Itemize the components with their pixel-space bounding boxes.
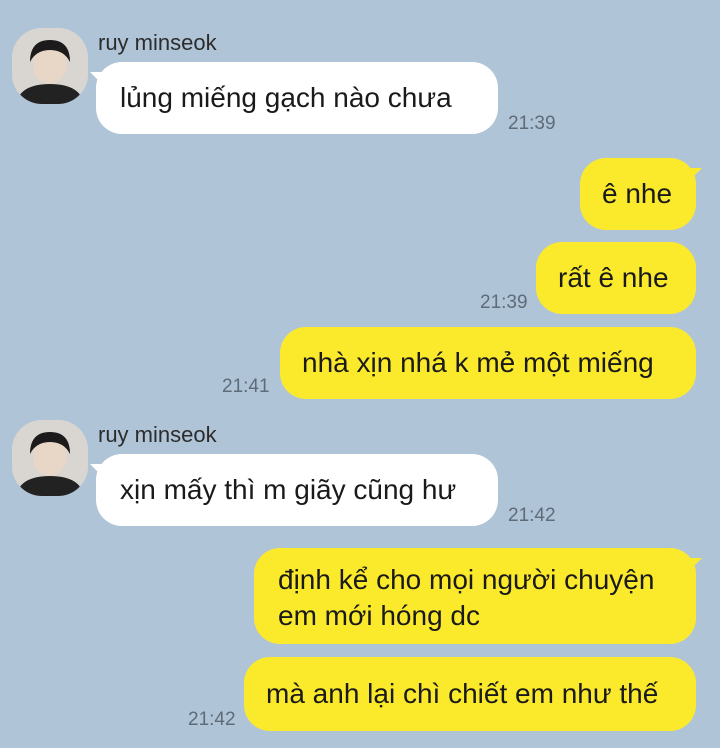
message-bubble-incoming[interactable]: xịn mấy thì m giãy cũng hư [96,454,498,526]
message-bubble-outgoing[interactable]: mà anh lại chì chiết em như thế [244,657,696,731]
chat-window[interactable]: ruy minseok lủng miếng gạch nào chưa 21:… [0,0,720,748]
message-time: 21:41 [222,376,270,397]
sender-name: ruy minseok [98,30,217,55]
message-bubble-outgoing[interactable]: ê nhe [580,158,696,230]
message-time: 21:39 [480,292,528,313]
message-time: 21:39 [508,113,556,134]
bubble-tail [688,558,702,572]
sender-avatar[interactable] [12,28,88,104]
message-bubble-outgoing[interactable]: nhà xịn nhá k mẻ một miếng [280,327,696,399]
sender-avatar[interactable] [12,420,88,496]
sender-name: ruy minseok [98,422,217,447]
message-time: 21:42 [188,709,236,730]
message-bubble-incoming[interactable]: lủng miếng gạch nào chưa [96,62,498,134]
message-bubble-outgoing[interactable]: rất ê nhe [536,242,696,314]
message-bubble-outgoing[interactable]: định kể cho mọi người chuyện em mới hóng… [254,548,696,644]
message-time: 21:42 [508,505,556,526]
bubble-tail [688,168,702,182]
